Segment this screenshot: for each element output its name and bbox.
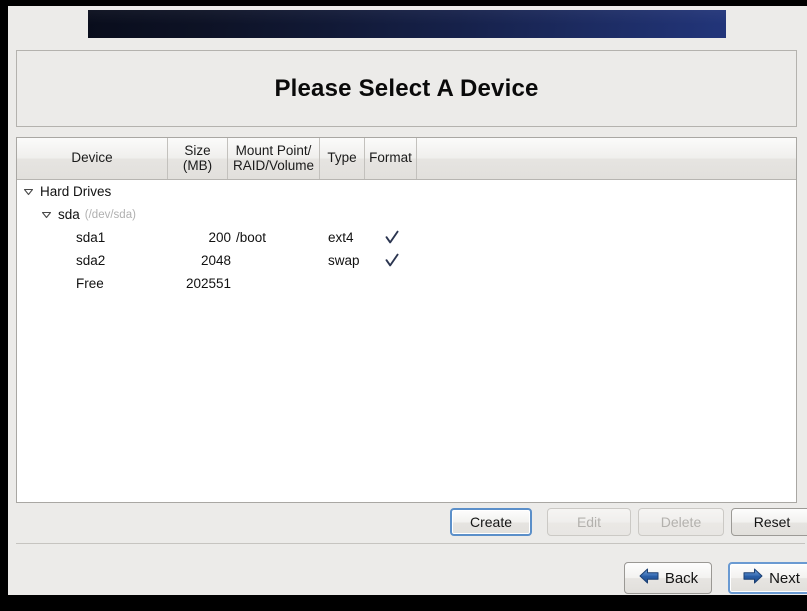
row-size-cell [168, 203, 232, 226]
row-mount-point-cell: /boot [236, 230, 267, 245]
reset-button[interactable]: Reset [731, 508, 807, 536]
column-header-type[interactable]: Type [320, 138, 365, 179]
row-device-cell: sda2 [17, 249, 105, 272]
partition-action-bar: Create Edit Delete Reset [16, 505, 807, 543]
next-button-label: Next [769, 569, 800, 587]
back-button-label: Back [664, 569, 699, 587]
delete-button: Delete [638, 508, 724, 536]
row-size-cell: 202551 [185, 276, 231, 291]
format-check-icon [385, 253, 399, 268]
arrow-left-icon [638, 567, 660, 589]
table-row[interactable]: Free 202551 [17, 272, 796, 295]
table-row[interactable]: sda2 2048 swap [17, 249, 796, 272]
footer-separator [16, 543, 805, 544]
row-type-cell: ext4 [328, 230, 354, 245]
device-tree-body[interactable]: Hard Drives sda (/dev/sda) sda1 200/boot ext4… [17, 180, 796, 502]
column-header-filler [417, 138, 796, 179]
window-surface: Please Select A Device Device Size (MB) … [8, 6, 807, 595]
navigation-bar: Back Next [16, 558, 807, 598]
column-header-device-label: Device [71, 150, 113, 166]
column-header-size[interactable]: Size (MB) [168, 138, 228, 179]
table-row[interactable]: Hard Drives [17, 180, 796, 203]
column-header-mount-point-label: Mount Point/ RAID/Volume [232, 142, 315, 173]
title-panel: Please Select A Device [16, 50, 797, 127]
table-row[interactable]: sda (/dev/sda) [17, 203, 796, 226]
installer-banner [88, 10, 726, 38]
column-header-mount-point[interactable]: Mount Point/ RAID/Volume [228, 138, 320, 179]
device-tree-panel[interactable]: Device Size (MB) Mount Point/ RAID/Volum… [16, 137, 797, 503]
table-row[interactable]: sda1 200/boot ext4 [17, 226, 796, 249]
banner-sheen [88, 10, 726, 24]
column-header-format[interactable]: Format [365, 138, 417, 179]
row-device-label: Hard Drives [40, 184, 112, 199]
row-type-cell: swap [328, 253, 360, 268]
row-size-cell: 2048 [200, 253, 231, 268]
edit-button: Edit [547, 508, 631, 536]
row-device-path: (/dev/sda) [84, 208, 136, 221]
expander-triangle-down-icon[interactable] [23, 186, 34, 197]
row-device-cell: Free [17, 272, 104, 295]
row-device-label: sda [58, 207, 80, 222]
back-button[interactable]: Back [624, 562, 712, 594]
row-device-label: Free [76, 276, 104, 291]
arrow-right-icon [742, 567, 764, 589]
row-device-label: sda1 [76, 230, 106, 245]
page-title: Please Select A Device [274, 74, 539, 102]
column-header-device[interactable]: Device [17, 138, 168, 179]
row-device-cell: Hard Drives [17, 180, 111, 203]
column-header-type-label: Type [327, 150, 357, 166]
row-format-cell [385, 226, 399, 249]
expander-triangle-down-icon[interactable] [41, 209, 52, 220]
create-button[interactable]: Create [450, 508, 532, 536]
column-header-format-label: Format [369, 150, 412, 166]
row-size-cell [168, 180, 232, 203]
row-device-cell: sda (/dev/sda) [17, 203, 136, 226]
column-header-size-label: Size (MB) [182, 142, 213, 173]
row-format-cell [385, 249, 399, 272]
row-device-label: sda2 [76, 253, 106, 268]
row-device-cell: sda1 [17, 226, 105, 249]
installer-window: Please Select A Device Device Size (MB) … [0, 0, 807, 611]
next-button[interactable]: Next [728, 562, 807, 594]
format-check-icon [385, 230, 399, 245]
row-size-cell: 200 [208, 230, 231, 245]
device-tree-header: Device Size (MB) Mount Point/ RAID/Volum… [17, 138, 796, 180]
